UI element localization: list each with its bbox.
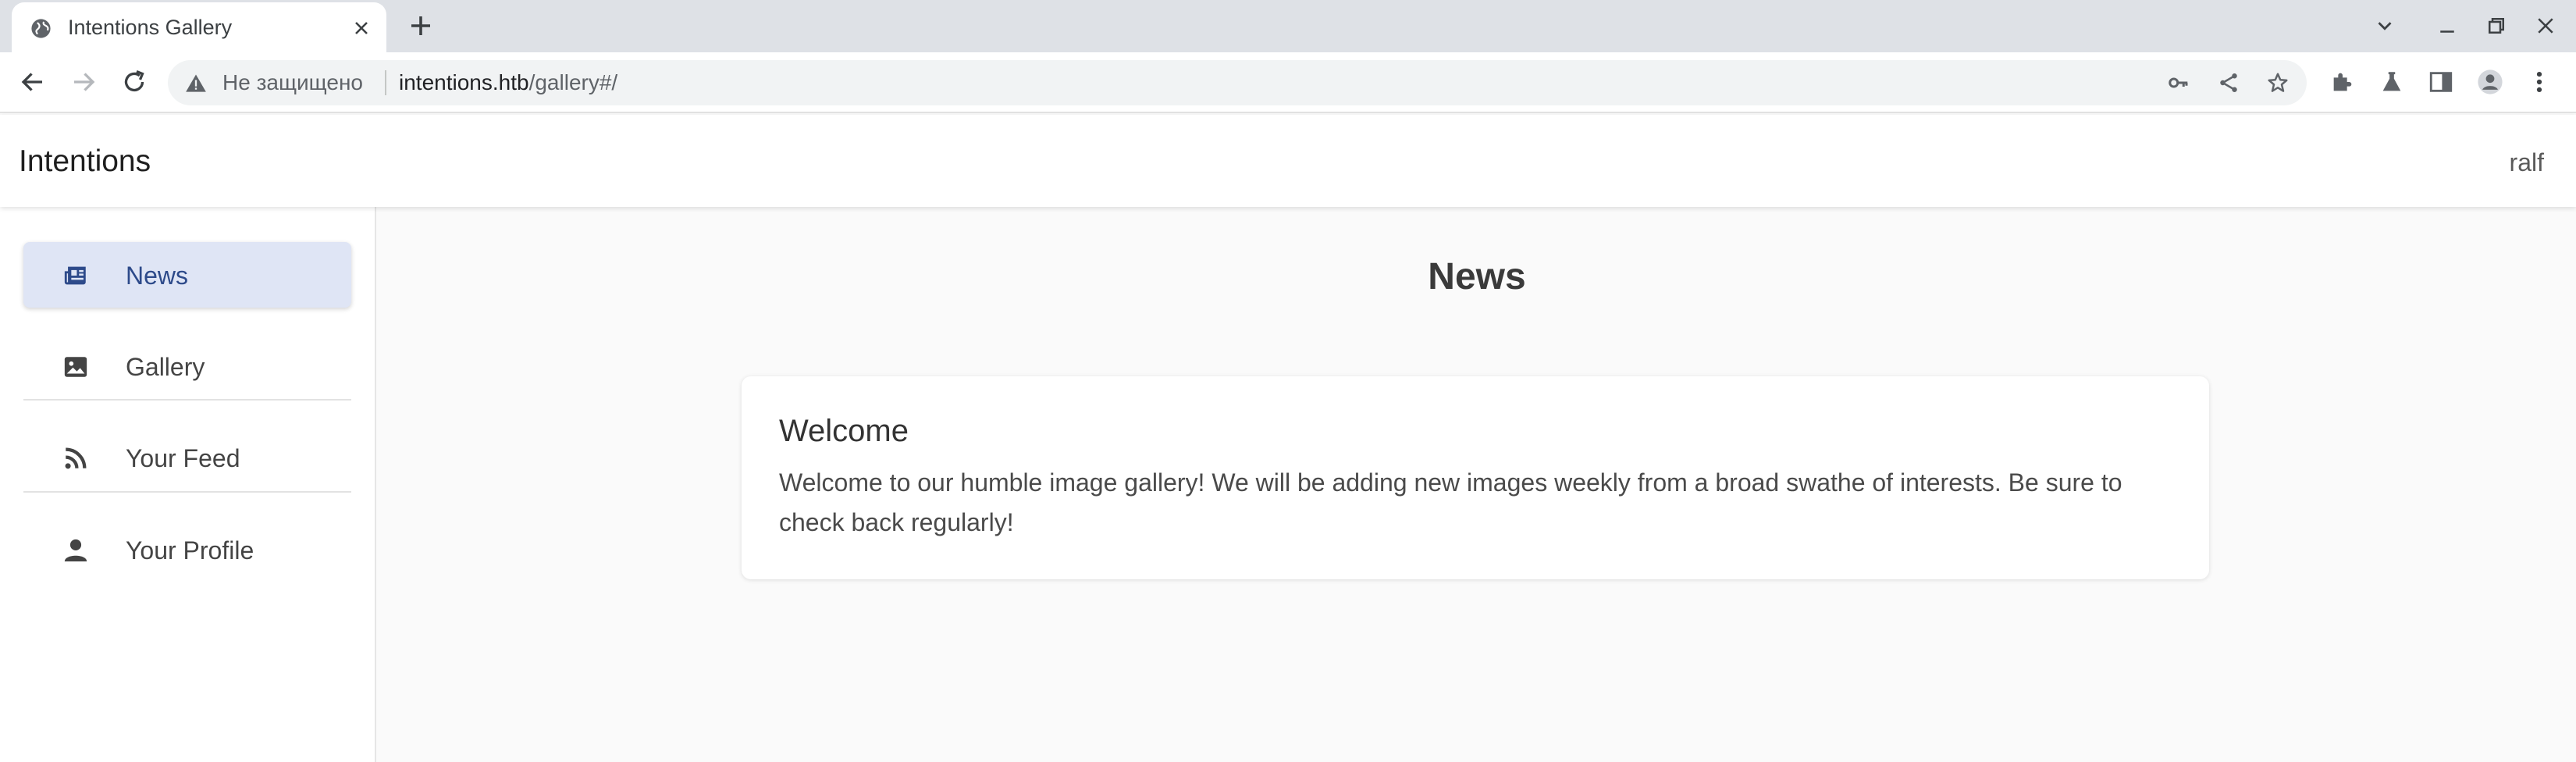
side-panel-icon[interactable]: [2428, 69, 2454, 95]
url-text[interactable]: intentions.htb/gallery#/: [399, 69, 617, 97]
page-title: News: [1428, 256, 1526, 297]
image-icon: [64, 357, 87, 377]
bookmark-star-icon[interactable]: [2266, 71, 2290, 94]
tab-search-chevron-icon[interactable]: [2373, 14, 2396, 37]
tab-title: Intentions Gallery: [68, 16, 233, 39]
app-title[interactable]: Intentions: [19, 144, 151, 180]
sidebar-item-label: Your Feed: [126, 444, 240, 472]
reload-icon[interactable]: [120, 68, 148, 96]
card-body: Welcome to our humble image gallery! We …: [779, 468, 2122, 536]
sidebar-divider: [23, 399, 351, 401]
browser-tab-strip: Intentions Gallery: [0, 0, 2576, 52]
close-window-icon[interactable]: [2534, 14, 2557, 37]
address-separator: [385, 70, 386, 95]
profile-avatar-icon[interactable]: [2477, 69, 2503, 95]
person-icon: [64, 539, 87, 562]
sidebar-item-label: Your Profile: [126, 536, 254, 564]
sidebar-item-your-feed[interactable]: Your Feed: [23, 425, 351, 490]
address-bar[interactable]: Не защищено intentions.htb/gallery#/: [168, 60, 2307, 105]
url-path: /gallery#/: [528, 70, 618, 94]
browser-tab[interactable]: Intentions Gallery: [12, 2, 386, 52]
user-menu[interactable]: ralf: [2510, 147, 2544, 178]
sidebar-divider: [23, 491, 351, 493]
sidebar-item-gallery[interactable]: Gallery: [23, 333, 351, 399]
browser-toolbar: Не защищено intentions.htb/gallery#/: [0, 52, 2576, 113]
forward-arrow-icon[interactable]: [69, 68, 98, 96]
app-header: Intentions ralf: [0, 115, 2576, 207]
sidebar-item-news[interactable]: News: [23, 242, 351, 308]
new-tab-icon[interactable]: [407, 12, 435, 40]
close-tab-icon[interactable]: [350, 17, 372, 39]
sidebar-item-your-profile[interactable]: Your Profile: [23, 517, 351, 582]
security-status[interactable]: Не защищено: [222, 69, 363, 97]
minimize-icon[interactable]: [2435, 14, 2459, 37]
share-icon[interactable]: [2217, 71, 2240, 94]
rss-icon: [65, 447, 87, 469]
back-arrow-icon[interactable]: [19, 68, 47, 96]
newspaper-icon: [64, 266, 86, 285]
url-host: intentions.htb: [399, 70, 529, 94]
main-content: News Welcome Welcome to our humble image…: [378, 207, 2576, 762]
restore-icon[interactable]: [2485, 14, 2508, 37]
news-card: Welcome Welcome to our humble image gall…: [742, 376, 2209, 579]
key-icon[interactable]: [2167, 71, 2190, 94]
extensions-puzzle-icon[interactable]: [2329, 69, 2356, 95]
labs-flask-icon[interactable]: [2379, 69, 2405, 95]
sidebar-item-label: Gallery: [126, 353, 205, 381]
card-title: Welcome: [779, 414, 909, 448]
browser-menu-icon[interactable]: [2526, 69, 2553, 95]
sidebar: News Gallery Your Feed Your Profile: [0, 207, 376, 762]
globe-icon: [31, 19, 51, 38]
warning-icon[interactable]: [185, 73, 207, 93]
sidebar-item-label: News: [126, 262, 189, 290]
